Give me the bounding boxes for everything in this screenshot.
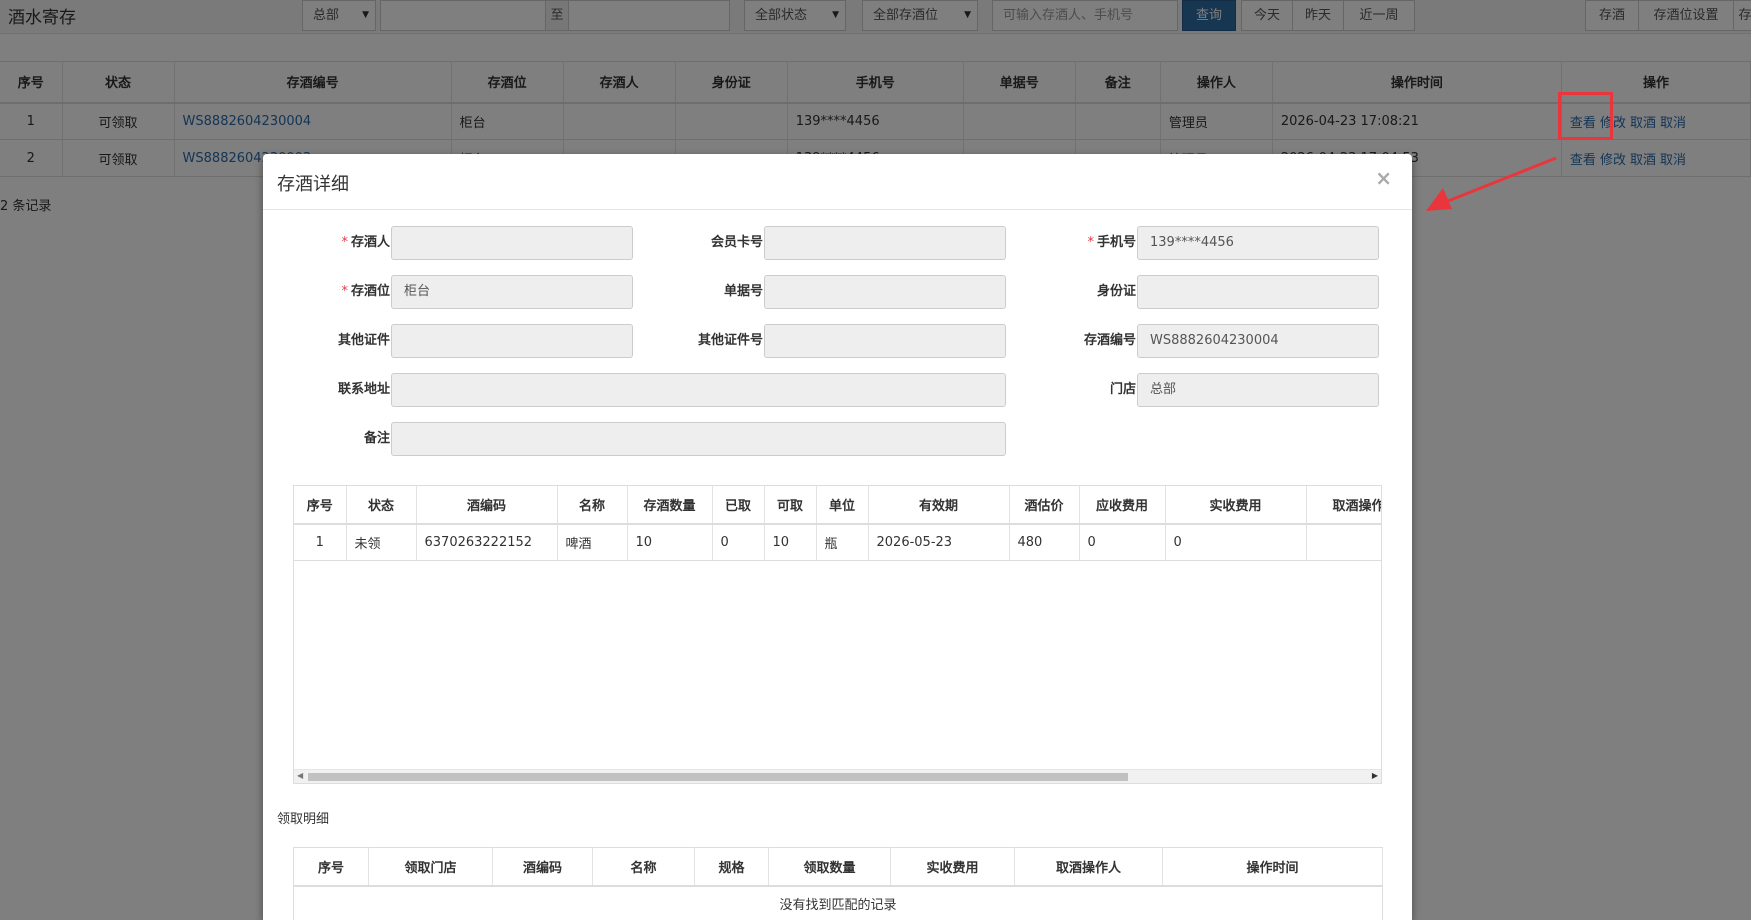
other-cert-no-label: 其他证件号 (697, 333, 763, 348)
address-label: 联系地址 (337, 382, 390, 397)
location-label: * 存酒位 (280, 280, 390, 299)
cell-taken: 0 (712, 524, 765, 561)
col-header[interactable]: 序号 (293, 847, 369, 887)
wine-detail-table-wrapper: 序号 状态 酒编码 名称 存酒数量 已取 可取 单位 有效期 酒估价 应收费用 … (293, 485, 1382, 784)
table-row: 没有找到匹配的记录 (294, 886, 1383, 920)
col-header[interactable]: 有效期 (868, 486, 1010, 525)
col-header[interactable]: 实收费用 (1165, 486, 1307, 525)
col-header[interactable]: 取酒操作人 (1014, 847, 1163, 887)
phone-field[interactable]: 139****4456 (1137, 226, 1379, 260)
detail-header-row: 序号 状态 酒编码 名称 存酒数量 已取 可取 单位 有效期 酒估价 应收费用 … (294, 486, 1381, 525)
store-label: 门店 (1109, 382, 1136, 397)
required-mark: * (341, 284, 348, 299)
id-card-field[interactable] (1137, 275, 1379, 309)
cell-price: 480 (1009, 524, 1080, 561)
cell-status: 未领 (346, 524, 417, 561)
doc-no-field[interactable] (764, 275, 1006, 309)
required-mark: * (1087, 235, 1094, 250)
location-field[interactable]: 柜台 (391, 275, 633, 309)
cell-code: 6370263222152 (416, 524, 558, 561)
member-card-label: 会员卡号 (710, 235, 763, 250)
col-header[interactable]: 取酒操作人 (1306, 486, 1381, 525)
receive-header-row: 序号 领取门店 酒编码 名称 规格 领取数量 实收费用 取酒操作人 操作时间 (293, 847, 1383, 887)
depositor-label: * 存酒人 (280, 231, 390, 250)
col-header[interactable]: 酒编码 (416, 486, 558, 525)
other-cert-no-field[interactable] (764, 324, 1006, 358)
modal-header: 存酒详细 × (263, 154, 1412, 210)
cell-expiry: 2026-05-23 (868, 524, 1010, 561)
col-header[interactable]: 序号 (294, 486, 347, 525)
col-header[interactable]: 状态 (346, 486, 417, 525)
phone-label: * 手机号 (1026, 231, 1136, 250)
col-header[interactable]: 酒估价 (1009, 486, 1080, 525)
col-header[interactable]: 操作时间 (1162, 847, 1383, 887)
deposit-code-label: 存酒编号 (1083, 333, 1136, 348)
cell-qty: 10 (627, 524, 713, 561)
member-card-field[interactable] (764, 226, 1006, 260)
close-icon[interactable]: × (1375, 166, 1392, 190)
receive-detail-table: 序号 领取门店 酒编码 名称 规格 领取数量 实收费用 取酒操作人 操作时间 没… (293, 847, 1383, 920)
col-header[interactable]: 酒编码 (492, 847, 593, 887)
col-header[interactable]: 已取 (712, 486, 765, 525)
modal-title: 存酒详细 (277, 174, 349, 195)
other-cert-field[interactable] (391, 324, 633, 358)
depositor-label-text: 存酒人 (350, 235, 390, 250)
col-header[interactable]: 名称 (592, 847, 695, 887)
other-cert-label: 其他证件 (337, 333, 390, 348)
deposit-detail-modal: 存酒详细 × * 存酒人 会员卡号 * 手机号 139****4456 * 存酒位 柜… (263, 154, 1412, 920)
scroll-left-icon[interactable]: ◀ (297, 771, 303, 780)
table-row: 1 未领 6370263222152 啤酒 10 0 10 瓶 2026-05-… (294, 524, 1381, 561)
col-header[interactable]: 应收费用 (1079, 486, 1166, 525)
col-header[interactable]: 存酒数量 (627, 486, 713, 525)
col-header[interactable]: 规格 (694, 847, 769, 887)
cell-receivable: 0 (1079, 524, 1166, 561)
col-header[interactable]: 可取 (764, 486, 817, 525)
cell-received: 0 (1165, 524, 1307, 561)
location-label-text: 存酒位 (350, 284, 390, 299)
remark-label: 备注 (363, 431, 390, 446)
scrollbar-thumb[interactable] (308, 773, 1128, 781)
cell-unit: 瓶 (816, 524, 869, 561)
cell-operator (1306, 524, 1381, 561)
empty-message: 没有找到匹配的记录 (779, 898, 897, 914)
scroll-right-icon[interactable]: ▶ (1372, 771, 1378, 780)
deposit-code-field[interactable]: WS8882604230004 (1137, 324, 1379, 358)
cell-available: 10 (764, 524, 817, 561)
wine-detail-table: 序号 状态 酒编码 名称 存酒数量 已取 可取 单位 有效期 酒估价 应收费用 … (294, 486, 1381, 561)
col-header[interactable]: 单位 (816, 486, 869, 525)
col-header[interactable]: 实收费用 (890, 847, 1015, 887)
horizontal-scrollbar[interactable]: ◀ ▶ (294, 769, 1381, 783)
cell-name: 啤酒 (557, 524, 628, 561)
col-header[interactable]: 领取门店 (368, 847, 493, 887)
id-card-label: 身份证 (1096, 284, 1136, 299)
address-field[interactable] (391, 373, 1006, 407)
phone-label-text: 手机号 (1096, 235, 1136, 250)
col-header[interactable]: 名称 (557, 486, 628, 525)
remark-field[interactable] (391, 422, 1006, 456)
col-header[interactable]: 领取数量 (768, 847, 891, 887)
receive-section-label: 领取明细 (277, 812, 330, 827)
depositor-field[interactable] (391, 226, 633, 260)
required-mark: * (341, 235, 348, 250)
store-field[interactable]: 总部 (1137, 373, 1379, 407)
cell-no: 1 (294, 524, 347, 561)
doc-no-label: 单据号 (723, 284, 763, 299)
